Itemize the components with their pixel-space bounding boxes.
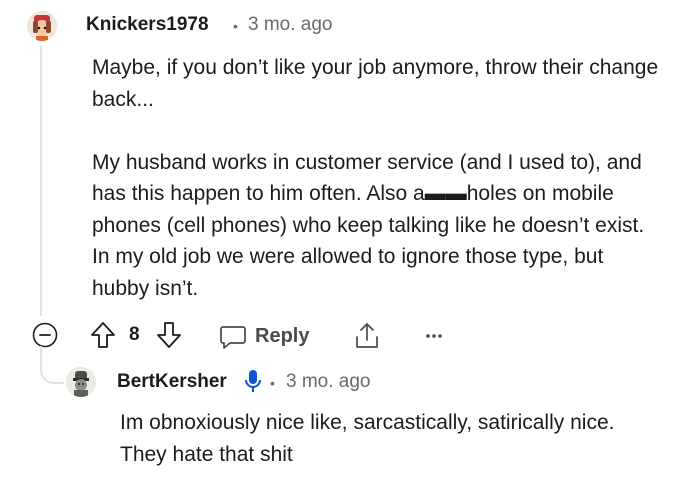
user-avatar[interactable] <box>27 11 57 41</box>
collapse-button[interactable] <box>32 322 58 348</box>
separator-dot: • <box>233 18 238 34</box>
reply-button[interactable]: Reply <box>219 322 309 350</box>
downvote-icon <box>157 322 181 348</box>
collapse-icon <box>32 322 58 348</box>
reply-author[interactable]: BertKersher <box>117 371 227 393</box>
separator-dot: • <box>270 375 275 391</box>
upvote-button[interactable] <box>90 321 116 349</box>
reply-icon <box>220 326 246 349</box>
reply-timestamp[interactable]: 3 mo. ago <box>286 371 371 393</box>
thread-line <box>40 46 42 316</box>
share-button[interactable] <box>353 321 381 351</box>
comment-paragraph: Maybe, if you don’t like your job anymor… <box>92 56 659 111</box>
reply-label: Reply <box>255 324 310 347</box>
microphone-icon <box>243 368 263 399</box>
comment-author[interactable]: Knickers1978 <box>86 14 209 36</box>
comment-body: Maybe, if you don’t like your job anymor… <box>92 52 662 304</box>
reply-text: Im obnoxiously nice like, sarcastically,… <box>120 411 615 466</box>
vote-count: 8 <box>129 324 140 345</box>
comment-timestamp[interactable]: 3 mo. ago <box>248 14 333 36</box>
comment-paragraph: My husband works in customer service (an… <box>92 150 645 300</box>
share-icon <box>356 323 378 348</box>
more-options-button[interactable] <box>425 333 443 339</box>
more-icon <box>426 334 442 338</box>
reply-avatar[interactable] <box>66 367 96 397</box>
reply-connector <box>40 346 64 384</box>
upvote-icon <box>91 322 115 348</box>
reply-body: Im obnoxiously nice like, sarcastically,… <box>120 407 660 470</box>
downvote-button[interactable] <box>156 321 182 349</box>
